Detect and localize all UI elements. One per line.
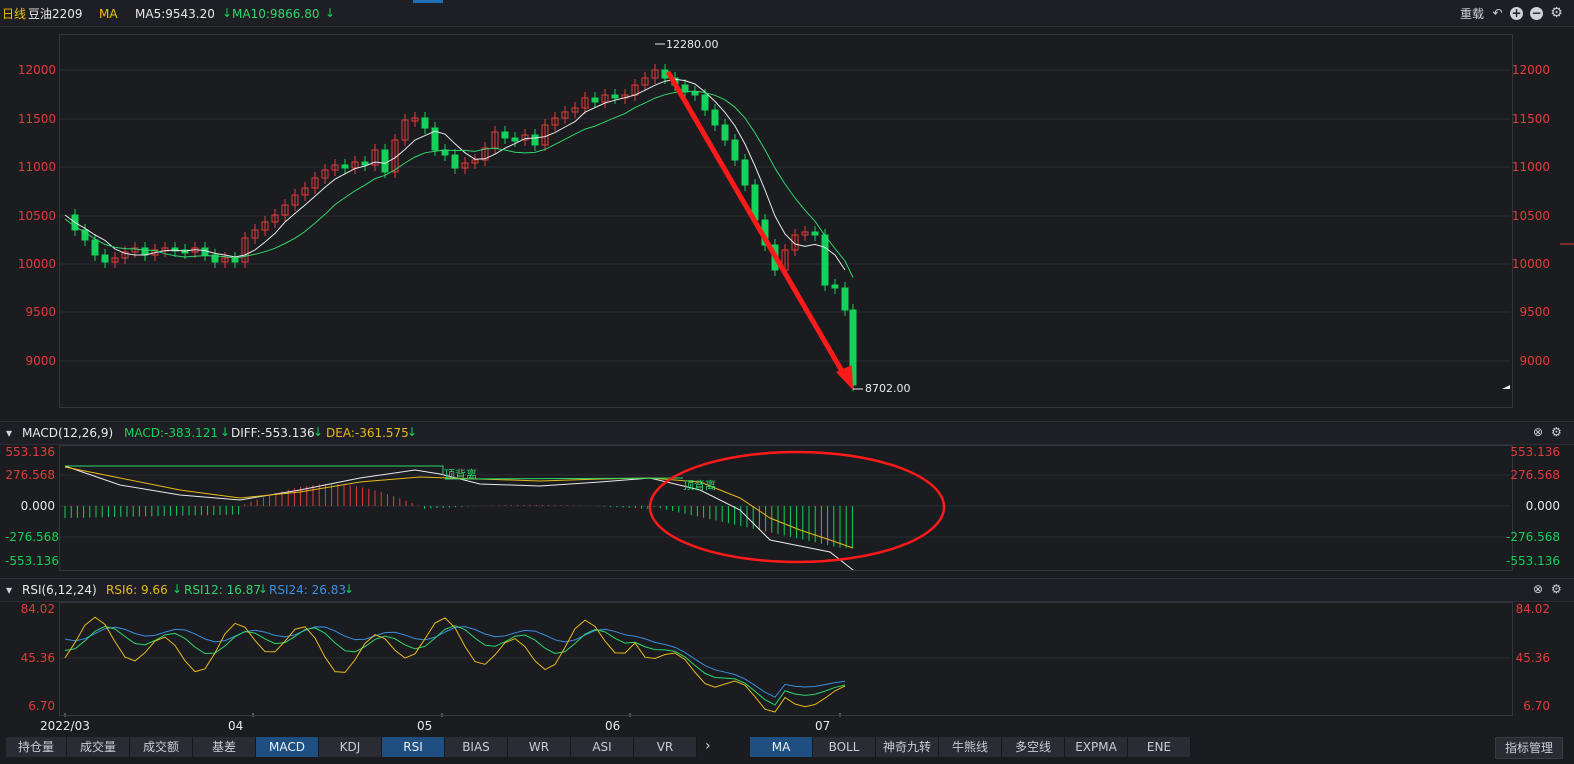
indicator-tab-9[interactable]: ASI [571, 737, 634, 757]
time-tick-label: 07 [815, 719, 831, 733]
time-tick-label: 06 [605, 719, 621, 733]
candle-body [811, 231, 819, 236]
rsi-tick-label: 84.02 [1515, 602, 1550, 616]
collapse-icon[interactable]: ▾ [6, 583, 12, 597]
macd-tick-label: -276.568 [1506, 530, 1560, 544]
collapse-icon[interactable]: ▾ [6, 426, 12, 440]
candle-body [101, 254, 109, 263]
down-arrow-icon: ↓ [313, 425, 324, 439]
indicator-tab-1[interactable]: 成交量 [67, 737, 130, 757]
time-tick-label: 05 [417, 719, 433, 733]
indicator-tab-0[interactable]: 持仓量 [6, 737, 67, 757]
time-tick-label: 2022/03 [40, 719, 90, 733]
candle-body [741, 159, 749, 186]
candle-body [511, 137, 519, 142]
time-tick-label: 04 [228, 719, 244, 733]
candle-body [421, 117, 429, 129]
candle-body [501, 131, 509, 139]
macd-tick-label: 0.000 [1525, 499, 1560, 513]
macd-tick-label: -276.568 [5, 530, 59, 544]
rsi6-value: RSI6: 9.66 [106, 583, 168, 597]
candle-body [841, 287, 849, 311]
macd-tick-label: -553.136 [1506, 554, 1560, 568]
candle-body [611, 94, 619, 99]
indicator-tab-10[interactable]: VR [634, 737, 697, 757]
candle-body [701, 94, 709, 111]
indicator-tab-6[interactable]: RSI [382, 737, 445, 757]
macd-tick-label: 276.568 [1510, 468, 1560, 482]
macd-plot-frame [59, 445, 1513, 571]
rsi-tick-label: 45.36 [20, 651, 55, 665]
candle-body [231, 257, 239, 263]
dea-value: DEA:-361.575 [326, 426, 409, 440]
rsi-title[interactable]: RSI(6,12,24) [22, 583, 97, 597]
rsi12-value: RSI12: 16.87 [184, 583, 261, 597]
indicator-manage-button[interactable]: 指标管理 [1495, 737, 1563, 759]
candle-body [831, 284, 839, 289]
macd-tick-label: -553.136 [5, 554, 59, 568]
candle-body [681, 84, 689, 93]
macd-title[interactable]: MACD(12,26,9) [22, 426, 113, 440]
candle-body [731, 139, 739, 161]
macd-tick-label: 553.136 [5, 445, 55, 459]
indicator-tab-7[interactable]: BIAS [445, 737, 508, 757]
overlay-tab-1[interactable]: BOLL [813, 737, 876, 757]
current-price-marker [1502, 385, 1510, 389]
candle-body [341, 164, 349, 169]
indicator-tab-5[interactable]: KDJ [319, 737, 382, 757]
overlay-tab-2[interactable]: 神奇九转 [876, 737, 939, 757]
chevron-right-icon[interactable]: › [705, 739, 711, 753]
candle-body [711, 109, 719, 126]
candle-body [141, 247, 149, 256]
rsi-tick-label: 84.02 [20, 602, 55, 616]
candle-body [721, 124, 729, 141]
candle-body [91, 239, 99, 256]
close-icon[interactable]: ⊗ [1533, 582, 1543, 596]
low-price-label: 8702.00 [865, 382, 911, 395]
overlay-tab-4[interactable]: 多空线 [1002, 737, 1065, 757]
down-arrow-icon: ↓ [172, 582, 183, 596]
overlay-tab-3[interactable]: 牛熊线 [939, 737, 1002, 757]
indicator-tab-8[interactable]: WR [508, 737, 571, 757]
close-icon[interactable]: ⊗ [1533, 425, 1543, 439]
indicator-tab-3[interactable]: 基差 [193, 737, 256, 757]
rsi-header: ▾ RSI(6,12,24) RSI6: 9.66 ↓ RSI12: 16.87… [0, 578, 1574, 602]
macd-header: ▾ MACD(12,26,9) MACD:-383.121 ↓ DIFF:-55… [0, 421, 1574, 445]
indicator-tab-2[interactable]: 成交额 [130, 737, 193, 757]
trend-arrow [665, 70, 849, 380]
down-arrow-icon: ↓ [220, 425, 231, 439]
macd-tick-label: 276.568 [5, 468, 55, 482]
candle-body [691, 91, 699, 96]
macd-tick-label: 553.136 [1510, 445, 1560, 459]
down-arrow-icon: ↓ [344, 582, 355, 596]
divergence-label: 顶背离 [683, 479, 716, 492]
divergence-label: 顶背离 [444, 468, 477, 481]
macd-tick-label: 0.000 [20, 499, 55, 513]
candle-body [531, 134, 539, 146]
candle-body [821, 234, 829, 286]
rsi-tick-label: 6.70 [28, 699, 55, 713]
down-arrow-icon: ↓ [407, 425, 418, 439]
rsi-tick-label: 6.70 [1523, 699, 1550, 713]
candle-body [381, 149, 389, 173]
macd-value: MACD:-383.121 [124, 426, 218, 440]
settings-icon[interactable]: ⚙ [1551, 425, 1562, 439]
rsi-tick-label: 45.36 [1515, 651, 1550, 665]
rsi24-value: RSI24: 26.83 [269, 583, 346, 597]
high-price-label: 12280.00 [666, 38, 719, 51]
indicator-tab-4[interactable]: MACD [256, 737, 319, 757]
overlay-tab-5[interactable]: EXPMA [1065, 737, 1128, 757]
settings-icon[interactable]: ⚙ [1551, 582, 1562, 596]
diff-value: DIFF:-553.136 [231, 426, 315, 440]
overlay-tab-0[interactable]: MA [750, 737, 813, 757]
candle-body [591, 97, 599, 103]
rsi-plot-frame [59, 602, 1513, 716]
down-arrow-icon: ↓ [258, 582, 269, 596]
candle-body [451, 154, 459, 169]
candle-body [361, 161, 369, 166]
overlay-tab-6[interactable]: ENE [1128, 737, 1191, 757]
